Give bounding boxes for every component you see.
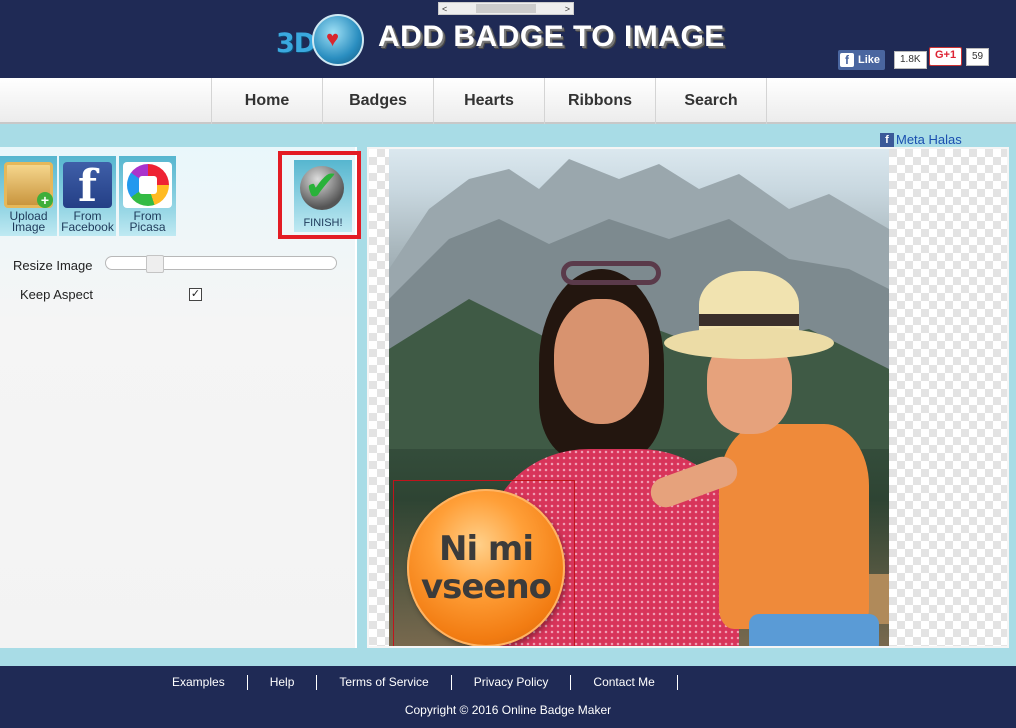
footer-link-privacy[interactable]: Privacy Policy xyxy=(452,675,572,690)
scroll-thumb[interactable] xyxy=(476,4,536,13)
facebook-icon: f xyxy=(840,53,854,67)
author-link[interactable]: f Meta Halas xyxy=(880,132,962,147)
nav-hearts[interactable]: Hearts xyxy=(434,78,545,124)
nav-home[interactable]: Home xyxy=(212,78,323,124)
like-label: Like xyxy=(858,54,881,66)
like-count: 1.8K xyxy=(894,51,927,69)
sunglasses xyxy=(561,261,661,285)
resize-slider-thumb[interactable] xyxy=(146,255,164,273)
footer-link-terms[interactable]: Terms of Service xyxy=(317,675,452,690)
facebook-like-button[interactable]: f Like xyxy=(838,50,886,70)
facebook-icon: f xyxy=(880,132,894,147)
footer-link-help[interactable]: Help xyxy=(248,675,318,690)
site-footer: Examples Help Terms of Service Privacy P… xyxy=(0,666,1016,728)
child-shorts xyxy=(749,614,879,646)
footer-link-contact[interactable]: Contact Me xyxy=(571,675,678,690)
site-header: < > 3D ♥ ADD BADGE TO IMAGE f Like 1.8K … xyxy=(0,0,1016,78)
from-facebook-label: From Facebook xyxy=(61,209,114,234)
gplus-count: 59 xyxy=(966,48,990,66)
hat-brim xyxy=(664,327,834,359)
hat-band xyxy=(699,314,799,326)
from-facebook-button[interactable]: f From Facebook xyxy=(59,156,116,236)
top-scrollbar[interactable]: < > xyxy=(438,2,574,15)
from-picasa-label: From Picasa xyxy=(129,209,166,234)
scroll-right-arrow-icon[interactable]: > xyxy=(565,4,570,14)
upload-image-icon: + xyxy=(4,162,53,208)
footer-link-examples[interactable]: Examples xyxy=(150,675,248,690)
scroll-left-arrow-icon[interactable]: < xyxy=(442,4,447,14)
finish-highlight: ✔ FINISH! xyxy=(278,151,361,239)
from-picasa-button[interactable]: From Picasa xyxy=(119,156,176,236)
heart-icon: ♥ xyxy=(326,26,340,51)
nav-badges[interactable]: Badges xyxy=(323,78,434,124)
child-shirt xyxy=(719,424,869,629)
picasa-icon xyxy=(123,162,172,208)
resize-slider[interactable] xyxy=(105,255,337,273)
badge-overlay[interactable]: Ni mi vseeno xyxy=(407,489,565,646)
checkmark-icon: ✔ xyxy=(304,162,340,209)
woman-face xyxy=(554,299,649,424)
finish-button[interactable]: ✔ FINISH! xyxy=(294,160,352,232)
keep-aspect-checkbox[interactable]: ✓ xyxy=(189,288,202,301)
upload-image-button[interactable]: + Upload Image xyxy=(0,156,57,236)
finish-label: FINISH! xyxy=(303,217,343,229)
copyright-text: Copyright © 2016 Online Badge Maker xyxy=(404,703,612,717)
footer-links: Examples Help Terms of Service Privacy P… xyxy=(150,675,678,690)
badge-text-line1: Ni mi xyxy=(438,529,534,569)
site-logo[interactable]: 3D ♥ xyxy=(276,14,366,70)
logo-3d-text: 3D xyxy=(276,28,316,59)
nav-ribbons[interactable]: Ribbons xyxy=(545,78,656,124)
site-title: ADD BADGE TO IMAGE xyxy=(378,20,725,53)
badge-text-line2: vseeno xyxy=(420,567,552,607)
main-nav: Home Badges Hearts Ribbons Search xyxy=(0,78,1016,124)
google-plus-button[interactable]: G+1 xyxy=(929,47,963,66)
image-canvas[interactable]: Ni mi vseeno xyxy=(367,147,1009,648)
facebook-icon: f xyxy=(63,162,112,212)
author-name: Meta Halas xyxy=(896,132,962,147)
nav-search[interactable]: Search xyxy=(656,78,767,124)
tools-panel: + Upload Image f From Facebook From Pica… xyxy=(0,147,361,648)
keep-aspect-label: Keep Aspect xyxy=(20,287,93,302)
upload-image-label: Upload Image xyxy=(9,209,48,234)
resize-image-label: Resize Image xyxy=(13,258,93,273)
